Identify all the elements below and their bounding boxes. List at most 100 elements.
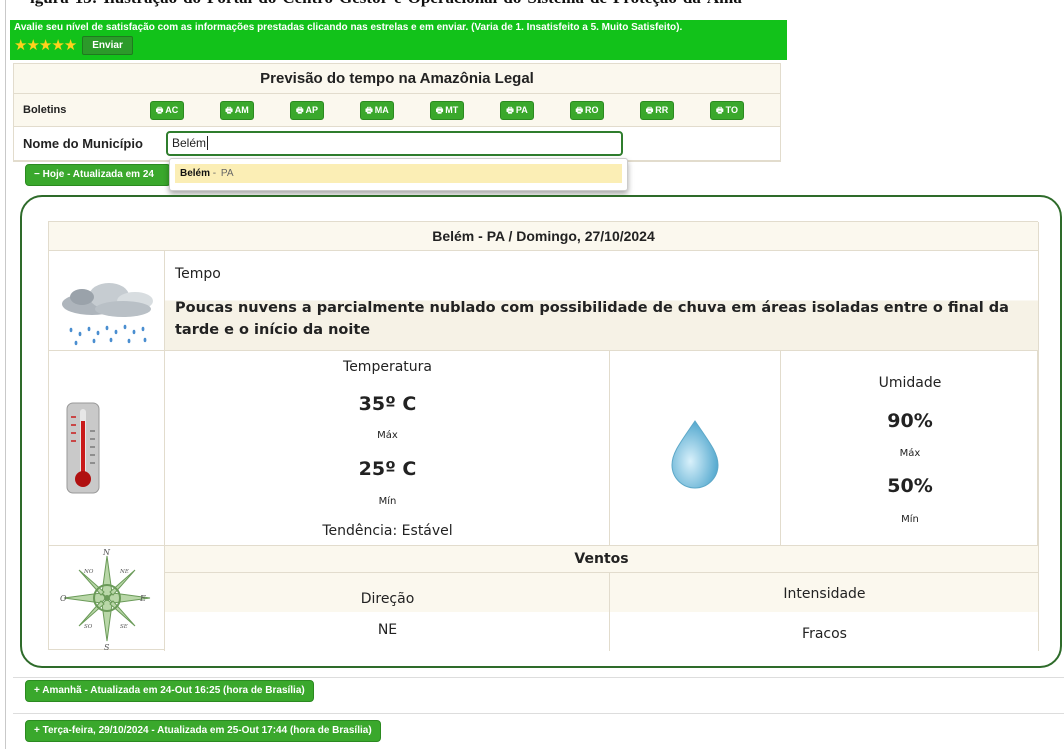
compass-so: SO <box>84 624 93 630</box>
wind-direction-label: Direção <box>360 591 415 607</box>
caption-word: Sistema <box>527 0 584 7</box>
state-button-group: 🖶 AC 🖶 AM 🖶 AP 🖶 MA 🖶 MT 🖶 PA 🖶 RO 🖶 RR 🖶 TO <box>150 100 780 120</box>
caption-word: da <box>683 0 701 7</box>
bulletin-button-label: PA <box>515 104 528 115</box>
printer-icon: 🖶 <box>716 105 724 115</box>
bulletin-button-ro[interactable]: 🖶 RO <box>570 100 604 120</box>
printer-icon: 🖶 <box>365 105 373 115</box>
caption-word: igura <box>30 0 69 7</box>
bulletin-button-label: AM <box>234 104 249 115</box>
wind-intensity-value: Fracos <box>802 626 847 642</box>
compass-ne: NE <box>119 569 129 575</box>
autocomplete-dropdown: Belém - PA <box>169 158 628 191</box>
thermometer-icon <box>66 402 100 494</box>
temperature-trend: Tendência: Estável <box>322 523 453 539</box>
divider <box>13 713 1064 714</box>
temperature-cell <box>165 351 610 546</box>
tempo-label: Tempo <box>175 266 221 282</box>
text-cursor <box>207 136 209 150</box>
bulletin-button-mt[interactable]: 🖶 MT <box>430 100 464 120</box>
tomorrow-toggle-button[interactable]: + Amanhã - Atualizada em 24-Out 16:25 (h… <box>25 680 314 702</box>
caption-word: 13: <box>75 0 98 7</box>
temperature-max-label: Máx <box>377 430 398 441</box>
star-icon[interactable]: ★ <box>51 38 64 53</box>
compass-rose-icon: N S E O NE NO SE SO <box>60 548 151 652</box>
search-input-value: Belém <box>172 136 207 150</box>
cloud-rain-icon <box>62 283 153 346</box>
bulletin-button-pa[interactable]: 🖶 PA <box>500 100 534 120</box>
tempo-description: Poucas nuvens a parcialmente nublado com… <box>175 300 1009 338</box>
page-left-rule <box>5 0 6 749</box>
bulletin-button-am[interactable]: 🖶 AM <box>220 100 254 120</box>
suggestion-city: Belém <box>180 168 211 179</box>
panel-title: Previsão do tempo na Amazônia Legal <box>14 64 780 94</box>
caption-word: do <box>183 0 201 7</box>
municipality-row: Nome do Município Belém <box>14 127 780 161</box>
compass-no: NO <box>83 569 94 575</box>
caption-word: do <box>503 0 521 7</box>
caption-word: Centro <box>282 0 333 7</box>
caption-word: Ama <box>707 0 742 7</box>
caption-word: Gestor <box>339 0 388 7</box>
compass-s: S <box>104 643 110 651</box>
temperature-min: 25º C <box>358 458 417 480</box>
printer-icon: 🖶 <box>645 105 654 115</box>
suggestion-separator: - <box>212 168 217 179</box>
star-icon[interactable]: ★ <box>64 38 77 53</box>
direction-cell <box>165 573 610 651</box>
bulletin-button-rr[interactable]: 🖶 RR <box>640 100 674 120</box>
caption-word: e <box>394 0 402 7</box>
printer-icon: 🖶 <box>435 105 444 115</box>
temperature-label: Temperatura <box>343 359 432 375</box>
tuesday-toggle-button[interactable]: + Terça-feira, 29/10/2024 - Atualizada e… <box>25 720 381 742</box>
caption-word: do <box>258 0 276 7</box>
divider <box>13 677 1064 678</box>
bulletin-button-label: MT <box>445 104 459 115</box>
wind-intensity-label: Intensidade <box>783 586 866 602</box>
bulletins-label: Boletins <box>23 104 67 116</box>
caption-word: Proteção <box>613 0 677 7</box>
thermometer-icon-cell <box>49 351 165 546</box>
humidity-min: 50% <box>887 475 933 497</box>
caption-word: Ilustração <box>103 0 177 7</box>
bulletin-button-label: TO <box>725 104 738 115</box>
bulletin-button-ma[interactable]: 🖶 MA <box>360 100 394 120</box>
bulletin-button-ap[interactable]: 🖶 AP <box>290 100 324 120</box>
water-drop-icon <box>671 420 719 489</box>
printer-icon: 🖶 <box>225 105 233 115</box>
star-icon[interactable]: ★ <box>26 38 39 53</box>
water-drop-cell <box>610 351 781 546</box>
winds-header: Ventos <box>165 546 1039 573</box>
compass-o: O <box>60 594 67 603</box>
municipality-search-input[interactable]: Belém <box>166 131 623 156</box>
weather-icon-cell <box>49 251 165 351</box>
clipped-figure-caption: igura 13: Ilustração do Portal do Centro Gestor… <box>0 0 1064 8</box>
printer-icon: 🖶 <box>575 105 584 115</box>
location-date-header: Belém - PA / Domingo, 27/10/2024 <box>49 222 1039 251</box>
temperature-min-label: Mín <box>378 496 397 507</box>
bulletin-button-label: RO <box>585 104 599 115</box>
rating-stars: ★★★★★ <box>14 38 77 53</box>
bulletin-button-label: AP <box>305 104 319 115</box>
compass-n: N <box>102 548 111 557</box>
municipality-label: Nome do Município <box>23 136 143 151</box>
weather-table: Belém - PA / Domingo, 27/10/2024 Tempo P… <box>48 221 1039 652</box>
satisfaction-text: Avalie seu nível de satisfação com as in… <box>14 22 683 33</box>
bulletins-row: Boletins 🖶 AC 🖶 AM 🖶 AP 🖶 MA 🖶 MT 🖶 PA 🖶 RO 🖶 RR 🖶 TO <box>14 94 780 127</box>
humidity-max-label: Máx <box>899 448 921 459</box>
wind-direction-value: NE <box>377 622 398 638</box>
bulletin-button-ac[interactable]: 🖶 AC <box>150 100 184 120</box>
star-icon[interactable]: ★ <box>14 38 27 53</box>
today-toggle-button[interactable]: − Hoje - Atualizada em 24 <box>25 164 171 186</box>
printer-icon: 🖶 <box>506 105 514 115</box>
forecast-search-panel: Previsão do tempo na Amazônia Legal Bole… <box>13 63 781 162</box>
suggestion-state: PA <box>220 168 234 179</box>
autocomplete-item-belem[interactable]: Belém - PA <box>175 164 622 183</box>
compass-icon-cell: N S E O NE NO SE SO <box>49 546 165 652</box>
bulletin-button-to[interactable]: 🖶 TO <box>710 100 744 120</box>
bulletin-button-label: MA <box>374 104 389 115</box>
temperature-max: 35º C <box>358 393 417 415</box>
submit-rating-button[interactable]: Enviar <box>82 36 133 55</box>
star-icon[interactable]: ★ <box>39 38 52 53</box>
caption-word: Operacional <box>408 0 498 7</box>
